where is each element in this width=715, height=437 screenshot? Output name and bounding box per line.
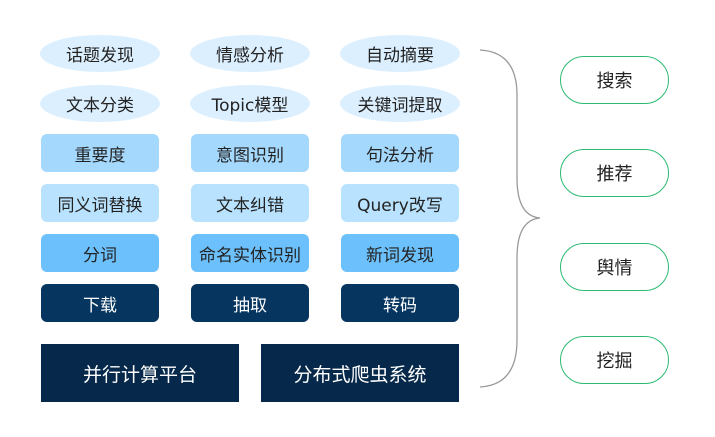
app-mining: 挖掘 [560,336,669,384]
app-search: 搜索 [560,56,669,104]
app-public-opinion: 舆情 [560,243,669,291]
app-recommendation: 推荐 [560,149,669,197]
